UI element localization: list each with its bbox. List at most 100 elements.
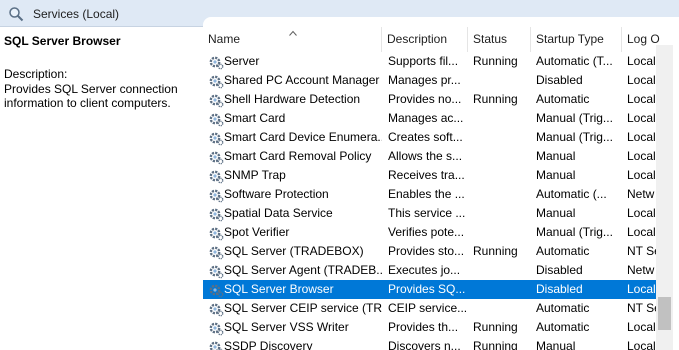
vertical-scrollbar[interactable] [656, 45, 673, 350]
service-row[interactable]: SQL Server Browser Provides SQ... Disabled… [203, 280, 657, 299]
service-description: Provides th... [388, 320, 459, 334]
service-startup-type: Manual (Trig... [536, 130, 613, 144]
service-startup-type: Disabled [536, 282, 583, 296]
service-description: Provides no... [388, 92, 462, 106]
service-name: SNMP Trap [224, 168, 286, 182]
service-log-on-as: Local [627, 282, 656, 296]
gear-icon [209, 341, 223, 350]
gear-icon [209, 284, 224, 298]
service-row[interactable]: SQL Server CEIP service (TR... CEIP servi… [203, 299, 657, 318]
service-description: Provides SQ... [388, 282, 466, 296]
service-log-on-as: Local [627, 130, 656, 144]
service-status [473, 71, 535, 90]
gear-icon [209, 189, 224, 203]
service-startup-type: Automatic (... [536, 187, 607, 201]
gear-icon [209, 113, 224, 127]
gear-icon [209, 265, 224, 279]
service-status [473, 204, 535, 223]
service-status: Running [473, 244, 518, 258]
service-log-on-as: Local [627, 73, 656, 87]
service-log-on-as: Local [627, 149, 656, 163]
gear-icon [209, 94, 224, 108]
service-log-on-as: Netw [627, 187, 655, 201]
service-name: SQL Server VSS Writer [224, 320, 349, 334]
service-startup-type: Manual [536, 339, 576, 350]
service-log-on-as: Netw [627, 263, 655, 277]
selected-service-name: SQL Server Browser [4, 34, 121, 48]
service-status [473, 299, 535, 318]
service-name: Smart Card [224, 111, 286, 125]
service-row[interactable]: Spot Verifier Verifies pote... Manual (Tri… [203, 223, 657, 242]
service-description: Enables the ... [388, 187, 465, 201]
service-name: SQL Server Agent (TRADEB... [224, 263, 382, 277]
service-name: SQL Server Browser [224, 282, 334, 296]
gear-icon [209, 75, 224, 89]
service-row[interactable]: Server Supports fil... Running Automatic (T… [203, 52, 657, 71]
service-description: Creates soft... [388, 130, 463, 144]
service-row[interactable]: Smart Card Removal Policy Allows the s...… [203, 147, 657, 166]
service-description: Supports fil... [388, 54, 459, 68]
extended-description-pane: SQL Server Browser Description: Provides… [0, 27, 203, 350]
service-status: Running [473, 92, 518, 106]
column-header-description[interactable]: Description [382, 27, 468, 52]
column-header-startup-type[interactable]: Startup Type [531, 27, 622, 52]
service-row[interactable]: SSDP Discovery Discovers n... Running Manua… [203, 337, 657, 350]
service-name: Software Protection [224, 187, 329, 201]
service-log-on-as: Local [627, 111, 656, 125]
service-row[interactable]: Shell Hardware Detection Provides no... Ru… [203, 90, 657, 109]
service-description: Executes jo... [388, 263, 461, 277]
service-startup-type: Manual [536, 149, 576, 163]
gear-icon [209, 227, 224, 241]
service-name: Spatial Data Service [224, 206, 333, 220]
scrollbar-thumb[interactable] [658, 297, 671, 330]
service-name: Shell Hardware Detection [224, 92, 361, 106]
service-row[interactable]: Smart Card Device Enumera... Creates soft… [203, 128, 657, 147]
service-description: Provides sto... [388, 244, 465, 258]
search-icon [9, 7, 24, 22]
service-row[interactable]: SNMP Trap Receives tra... Manual Local [203, 166, 657, 185]
service-description: Manages pr... [388, 73, 461, 87]
service-description: Receives tra... [388, 168, 465, 182]
gear-icon [209, 170, 224, 184]
column-headers: Name Description Status Startup Type Log… [203, 27, 679, 52]
service-status: Running [473, 339, 518, 350]
description-label: Description: [4, 67, 68, 81]
service-row[interactable]: Smart Card Manages ac... Manual (Trig... Lo… [203, 109, 657, 128]
service-status [473, 280, 535, 299]
service-startup-type: Automatic [536, 320, 590, 334]
gear-icon [209, 246, 224, 260]
service-name: Smart Card Device Enumera... [224, 130, 382, 144]
service-description: Verifies pote... [388, 225, 465, 239]
column-header-status[interactable]: Status [468, 27, 531, 52]
service-log-on-as: NT Se [627, 301, 657, 315]
service-row[interactable]: SQL Server (TRADEBOX) Provides sto... Runn… [203, 242, 657, 261]
service-startup-type: Manual (Trig... [536, 225, 613, 239]
service-log-on-as: Local [627, 206, 656, 220]
service-description: Manages ac... [388, 111, 464, 125]
service-name: Server [224, 54, 260, 68]
service-name: Shared PC Account Manager [224, 73, 380, 87]
service-status [473, 223, 535, 242]
gear-icon [209, 132, 224, 146]
service-status [473, 261, 535, 280]
description-text: Provides SQL Server connection informati… [4, 82, 178, 110]
service-startup-type: Disabled [536, 263, 583, 277]
service-startup-type: Automatic [536, 244, 590, 258]
service-row[interactable]: SQL Server VSS Writer Provides th... Runni… [203, 318, 657, 337]
gear-icon [209, 303, 224, 317]
service-startup-type: Automatic [536, 92, 590, 106]
service-row[interactable]: Shared PC Account Manager Manages pr... Di… [203, 71, 657, 90]
gear-icon [209, 208, 224, 222]
service-log-on-as: Local [627, 54, 656, 68]
service-name: Smart Card Removal Policy [224, 149, 372, 163]
column-header-name[interactable]: Name [203, 27, 382, 52]
window-title: Services (Local) [33, 7, 120, 21]
service-row[interactable]: SQL Server Agent (TRADEB... Executes jo..… [203, 261, 657, 280]
service-log-on-as: Local [627, 320, 656, 334]
service-status: Running [473, 54, 518, 68]
service-row[interactable]: Software Protection Enables the ... Automa… [203, 185, 657, 204]
service-status [473, 109, 535, 128]
service-row[interactable]: Spatial Data Service This service ... Manu… [203, 204, 657, 223]
service-status [473, 166, 535, 185]
service-startup-type: Automatic [536, 301, 590, 315]
